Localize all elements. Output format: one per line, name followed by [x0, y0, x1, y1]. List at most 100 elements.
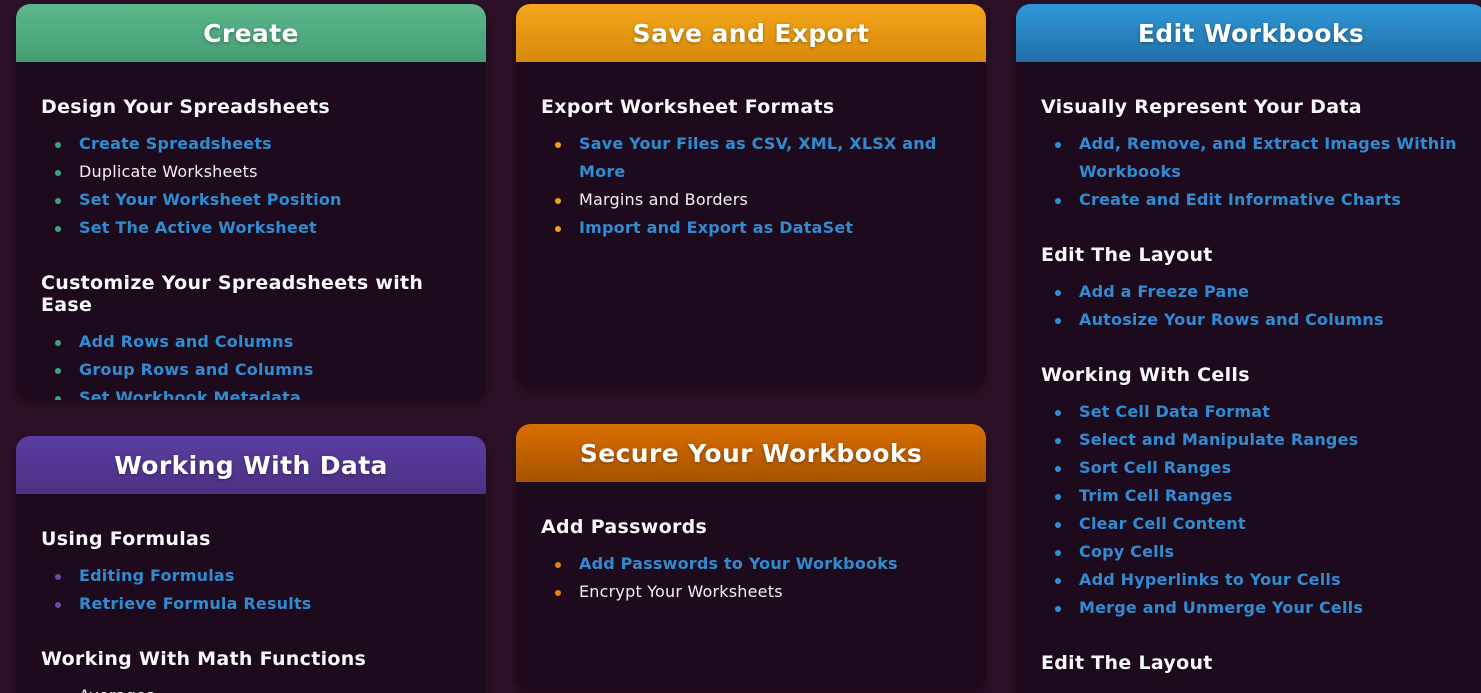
- item-list: Averages: [41, 682, 462, 693]
- item-link[interactable]: Set Workbook Metadata: [79, 388, 301, 400]
- list-item: Add a Freeze Pane: [1053, 278, 1462, 306]
- cards-grid: Create Design Your Spreadsheets Create S…: [0, 0, 1481, 693]
- item-link[interactable]: Editing Formulas: [79, 566, 235, 585]
- section-heading: Working With Cells: [1041, 364, 1462, 386]
- list-item: Set Cell Data Format: [1053, 398, 1462, 426]
- list-item: Create and Edit Informative Charts: [1053, 186, 1462, 214]
- column-left: Create Design Your Spreadsheets Create S…: [16, 4, 486, 693]
- item-link[interactable]: Add a Freeze Pane: [1079, 282, 1249, 301]
- list-item: Set The Active Worksheet: [53, 214, 462, 242]
- list-item: Save Your Files as CSV, XML, XLSX and Mo…: [553, 130, 962, 186]
- card-secure: Secure Your Workbooks Add Passwords Add …: [516, 424, 986, 690]
- card-section: Export Worksheet Formats Save Your Files…: [541, 96, 962, 242]
- list-item: Encrypt Your Worksheets: [553, 578, 962, 606]
- card-edit-workbooks: Edit Workbooks Visually Represent Your D…: [1016, 4, 1481, 693]
- card-body: Design Your Spreadsheets Create Spreadsh…: [16, 62, 486, 400]
- item-label: Duplicate Worksheets: [79, 162, 258, 181]
- item-link[interactable]: Sort Cell Ranges: [1079, 458, 1231, 477]
- item-list: Save Your Files as CSV, XML, XLSX and Mo…: [541, 130, 962, 242]
- card-title: Working With Data: [114, 451, 388, 480]
- list-item: Set Your Worksheet Position: [53, 186, 462, 214]
- section-heading: Edit The Layout: [1041, 244, 1462, 266]
- list-item: Duplicate Worksheets: [53, 158, 462, 186]
- card-header: Secure Your Workbooks: [516, 424, 986, 482]
- item-link[interactable]: Add Rows and Columns: [79, 332, 293, 351]
- column-middle: Save and Export Export Worksheet Formats…: [516, 4, 986, 690]
- card-body: Using Formulas Editing Formulas Retrieve …: [16, 494, 486, 693]
- section-heading: Using Formulas: [41, 528, 462, 550]
- list-item: Retrieve Formula Results: [53, 590, 462, 618]
- card-section: Visually Represent Your Data Add, Remove…: [1041, 96, 1462, 214]
- card-header: Create: [16, 4, 486, 62]
- card-section: Design Your Spreadsheets Create Spreadsh…: [41, 96, 462, 242]
- list-item: Sort Cell Ranges: [1053, 454, 1462, 482]
- item-link[interactable]: Set The Active Worksheet: [79, 218, 317, 237]
- item-link[interactable]: Trim Cell Ranges: [1079, 486, 1232, 505]
- item-link[interactable]: Merge and Unmerge Your Cells: [1079, 598, 1363, 617]
- card-body: Add Passwords Add Passwords to Your Work…: [516, 482, 986, 626]
- item-list: Add, Remove, and Extract Images Within W…: [1041, 130, 1462, 214]
- item-list: Create Spreadsheets Duplicate Worksheets S…: [41, 130, 462, 242]
- item-link[interactable]: Create Spreadsheets: [79, 134, 272, 153]
- list-item: Add Passwords to Your Workbooks: [553, 550, 962, 578]
- card-title: Save and Export: [633, 19, 870, 48]
- list-item: Trim Cell Ranges: [1053, 482, 1462, 510]
- item-link[interactable]: Select and Manipulate Ranges: [1079, 430, 1358, 449]
- card-title: Edit Workbooks: [1138, 19, 1364, 48]
- card-create: Create Design Your Spreadsheets Create S…: [16, 4, 486, 400]
- section-heading: Add Passwords: [541, 516, 962, 538]
- item-link[interactable]: Copy Cells: [1079, 542, 1174, 561]
- item-link[interactable]: Group Rows and Columns: [79, 360, 313, 379]
- item-label: Encrypt Your Worksheets: [579, 582, 783, 601]
- list-item: Set Custom Cell Fonts: [1053, 686, 1462, 693]
- card-section: Add Passwords Add Passwords to Your Work…: [541, 516, 962, 606]
- column-right: Edit Workbooks Visually Represent Your D…: [1016, 4, 1481, 693]
- list-item: Create Spreadsheets: [53, 130, 462, 158]
- item-link[interactable]: Clear Cell Content: [1079, 514, 1246, 533]
- section-heading: Visually Represent Your Data: [1041, 96, 1462, 118]
- card-working-with-data: Working With Data Using Formulas Editing…: [16, 436, 486, 693]
- card-title: Create: [203, 19, 299, 48]
- list-item: Add, Remove, and Extract Images Within W…: [1053, 130, 1462, 186]
- item-link[interactable]: Add Passwords to Your Workbooks: [579, 554, 898, 573]
- item-label: Averages: [79, 686, 155, 693]
- card-section: Working With Cells Set Cell Data Format S…: [1041, 364, 1462, 622]
- item-link[interactable]: Autosize Your Rows and Columns: [1079, 310, 1384, 329]
- card-save-export: Save and Export Export Worksheet Formats…: [516, 4, 986, 388]
- section-heading: Export Worksheet Formats: [541, 96, 962, 118]
- list-item: Averages: [53, 682, 462, 693]
- list-item: Add Hyperlinks to Your Cells: [1053, 566, 1462, 594]
- card-header: Save and Export: [516, 4, 986, 62]
- list-item: Editing Formulas: [53, 562, 462, 590]
- item-list: Add Rows and Columns Group Rows and Colum…: [41, 328, 462, 400]
- list-item: Margins and Borders: [553, 186, 962, 214]
- list-item: Merge and Unmerge Your Cells: [1053, 594, 1462, 622]
- item-link[interactable]: Import and Export as DataSet: [579, 218, 853, 237]
- section-heading: Customize Your Spreadsheets with Ease: [41, 272, 462, 316]
- item-link[interactable]: Retrieve Formula Results: [79, 594, 312, 613]
- card-title: Secure Your Workbooks: [580, 439, 922, 468]
- list-item: Select and Manipulate Ranges: [1053, 426, 1462, 454]
- card-section: Working With Math Functions Averages: [41, 648, 462, 693]
- item-link[interactable]: Add, Remove, and Extract Images Within W…: [1079, 134, 1457, 181]
- item-link[interactable]: Set Your Worksheet Position: [79, 190, 342, 209]
- item-link[interactable]: Add Hyperlinks to Your Cells: [1079, 570, 1341, 589]
- section-heading: Design Your Spreadsheets: [41, 96, 462, 118]
- card-header: Working With Data: [16, 436, 486, 494]
- section-heading: Working With Math Functions: [41, 648, 462, 670]
- item-link[interactable]: Set Cell Data Format: [1079, 402, 1270, 421]
- list-item: Set Workbook Metadata: [53, 384, 462, 400]
- item-label: Margins and Borders: [579, 190, 748, 209]
- section-heading: Edit The Layout: [1041, 652, 1462, 674]
- card-header: Edit Workbooks: [1016, 4, 1481, 62]
- list-item: Copy Cells: [1053, 538, 1462, 566]
- list-item: Import and Export as DataSet: [553, 214, 962, 242]
- card-section: Edit The Layout Set Custom Cell FontsSet…: [1041, 652, 1462, 693]
- item-list: Add Passwords to Your Workbooks Encrypt Y…: [541, 550, 962, 606]
- list-item: Autosize Your Rows and Columns: [1053, 306, 1462, 334]
- list-item: Clear Cell Content: [1053, 510, 1462, 538]
- list-item: Add Rows and Columns: [53, 328, 462, 356]
- item-link[interactable]: Create and Edit Informative Charts: [1079, 190, 1401, 209]
- item-link[interactable]: Save Your Files as CSV, XML, XLSX and Mo…: [579, 134, 937, 181]
- item-list: Editing Formulas Retrieve Formula Results: [41, 562, 462, 618]
